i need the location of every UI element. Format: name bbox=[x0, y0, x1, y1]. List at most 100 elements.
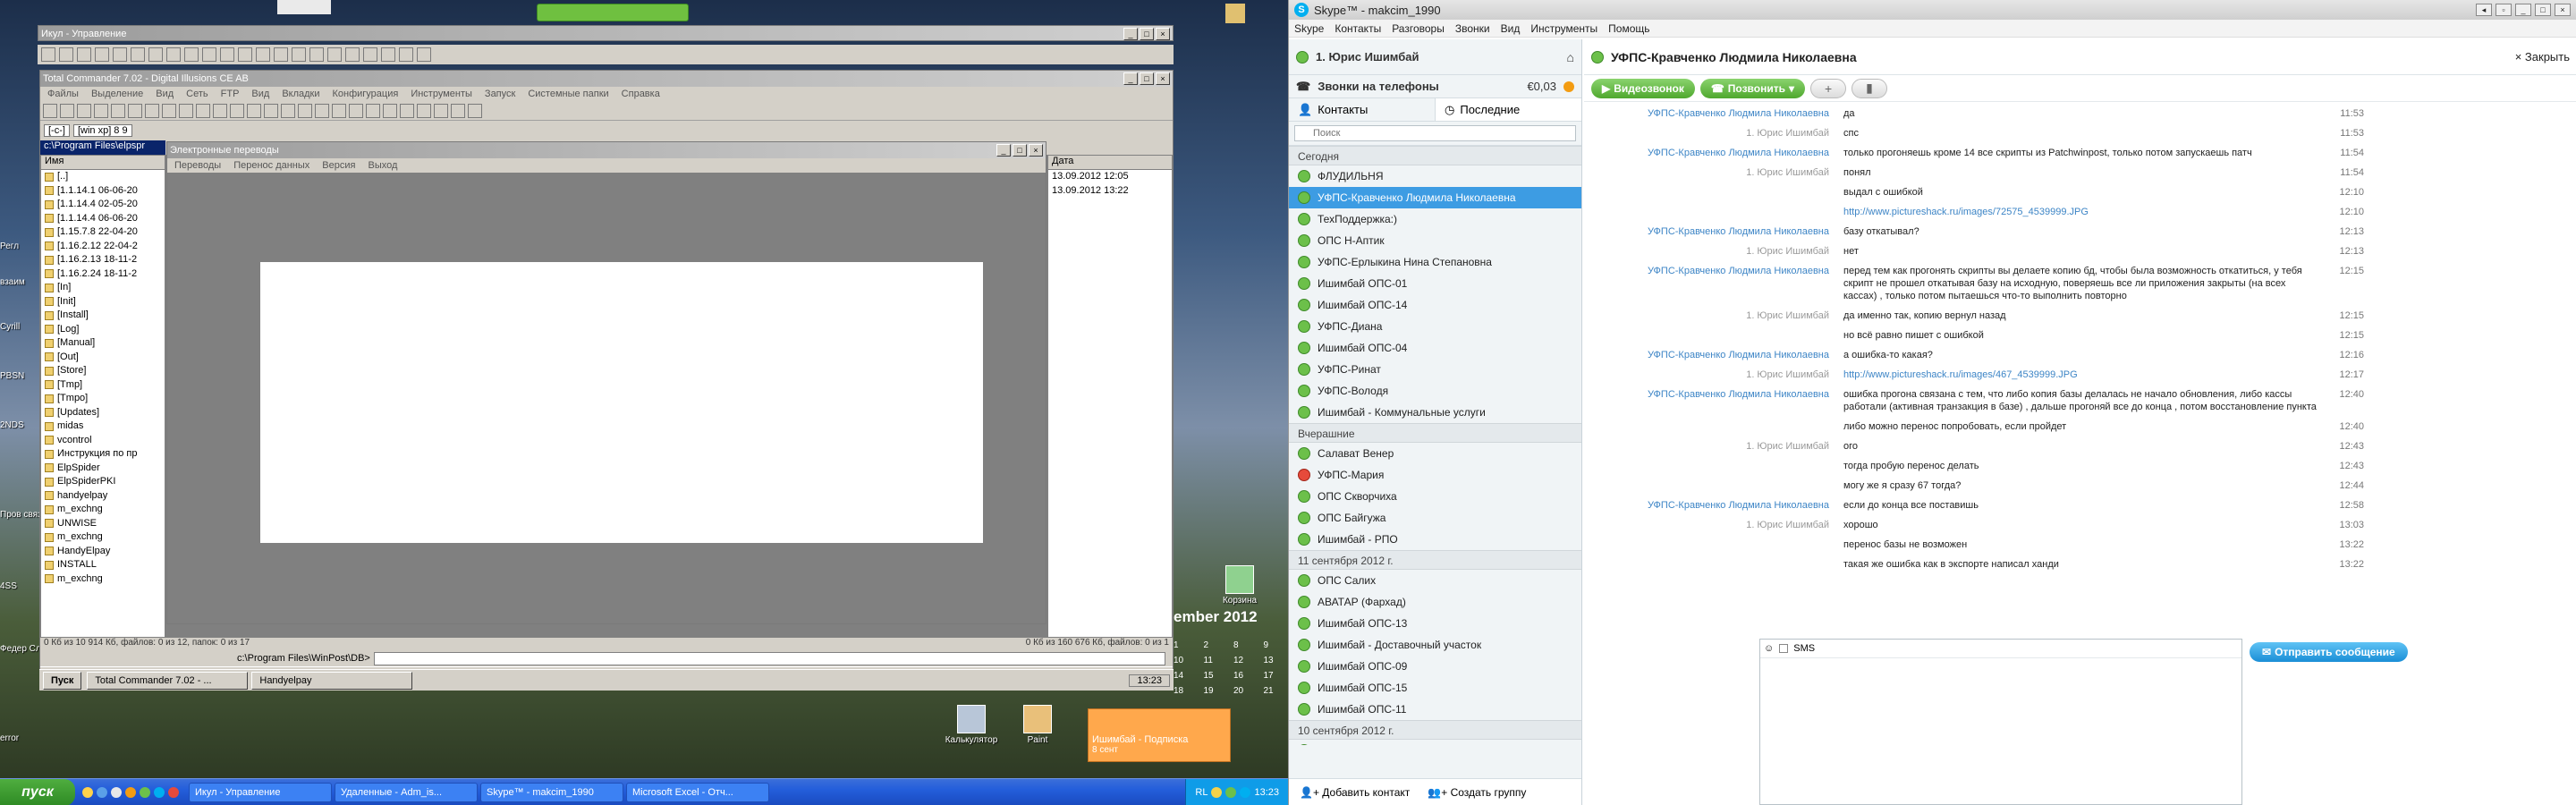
transfers-titlebar[interactable]: Электронные переводы _ □ × bbox=[167, 142, 1046, 158]
home-icon[interactable]: ⌂ bbox=[1567, 50, 1574, 64]
toolbar-button-icon[interactable] bbox=[41, 47, 55, 62]
contact-item[interactable]: Ишимбай ОПС-15 bbox=[1289, 677, 1581, 699]
toolbar-button-icon[interactable] bbox=[179, 103, 193, 118]
contact-item[interactable]: УФПС-Ринат bbox=[1289, 359, 1581, 380]
chevron-down-icon[interactable]: ▾ bbox=[1789, 82, 1794, 95]
toolbar-button-icon[interactable] bbox=[220, 47, 234, 62]
contact-item[interactable]: Ишимбай ОПС-13 bbox=[1289, 613, 1581, 634]
toolbar-button-icon[interactable] bbox=[451, 103, 465, 118]
toolbar-button-icon[interactable] bbox=[131, 47, 145, 62]
contact-item[interactable]: Ишимбай ОПС-09 bbox=[1289, 656, 1581, 677]
message-author[interactable] bbox=[1584, 479, 1843, 492]
toolbar-button-icon[interactable] bbox=[238, 47, 252, 62]
file-row[interactable]: [Tmp] bbox=[41, 378, 165, 393]
toolbar-button-icon[interactable] bbox=[417, 103, 431, 118]
taskbar-button[interactable]: Удаленные - Adm_is... bbox=[335, 782, 478, 802]
contact-item[interactable]: ОПС Салих bbox=[1289, 570, 1581, 591]
toolbar-button-icon[interactable] bbox=[468, 103, 482, 118]
menu-item[interactable]: FTP bbox=[221, 89, 240, 99]
ikul-titlebar[interactable]: Икул - Управление _ □ × bbox=[38, 26, 1173, 40]
toolbar-button-icon[interactable] bbox=[399, 47, 413, 62]
maximize-button[interactable]: □ bbox=[1140, 72, 1154, 85]
file-row[interactable]: m_exchng bbox=[41, 572, 165, 587]
tray-icon[interactable] bbox=[1211, 786, 1223, 798]
contact-item[interactable]: Ишимбай - Доставочный участок bbox=[1289, 634, 1581, 656]
toolbar-button-icon[interactable] bbox=[95, 47, 109, 62]
menu-item[interactable]: Вид bbox=[156, 89, 174, 99]
contact-item[interactable]: ТехПоддержка:) bbox=[1289, 208, 1581, 230]
taskbar-button[interactable]: Skype™ - makcim_1990 bbox=[480, 782, 623, 802]
contact-item[interactable]: ОПС Скворчиха bbox=[1289, 486, 1581, 507]
minimize-button[interactable]: _ bbox=[1123, 28, 1138, 40]
desktop-icon-label[interactable]: 4SS bbox=[0, 581, 17, 591]
video-call-button[interactable]: ▶ Видеозвонок bbox=[1591, 78, 1695, 98]
quick-launch-icon[interactable] bbox=[125, 786, 136, 798]
message-author[interactable]: 1. Юрис Ишимбай bbox=[1584, 127, 1843, 140]
menu-item[interactable]: Звонки bbox=[1455, 22, 1490, 35]
tc-command-line[interactable] bbox=[373, 651, 1165, 665]
toolbar-button-icon[interactable] bbox=[247, 103, 261, 118]
status-icon[interactable] bbox=[1296, 50, 1309, 64]
menu-item[interactable]: Системные папки bbox=[528, 89, 608, 99]
toolbar-button-icon[interactable] bbox=[417, 47, 431, 62]
contact-item[interactable]: Ишимбай ОПС-01 bbox=[1289, 273, 1581, 294]
file-row[interactable]: [1.15.7.8 22-04-20 bbox=[41, 225, 165, 240]
minimize-button[interactable]: _ bbox=[996, 144, 1011, 157]
toolbar-button-icon[interactable] bbox=[77, 47, 91, 62]
menu-item[interactable]: Версия bbox=[322, 160, 355, 171]
contact-item[interactable]: УФПС-Диана bbox=[1289, 316, 1581, 337]
file-date[interactable]: 13.09.2012 13:22 bbox=[1048, 184, 1172, 199]
contact-item[interactable]: Салават Венер bbox=[1289, 443, 1581, 464]
quick-launch-icon[interactable] bbox=[154, 786, 165, 798]
contact-item[interactable]: ФЛУДИЛЬНЯ bbox=[1289, 165, 1581, 187]
emoticon-icon[interactable]: ☺ bbox=[1764, 643, 1774, 654]
file-row[interactable]: [1.1.14.4 02-05-20 bbox=[41, 198, 165, 212]
tc-left-panel[interactable]: Имя [..] [1.1.14.1 06-06-20 [1.1.14.4 02-0… bbox=[40, 155, 165, 638]
message-author[interactable]: 1. Юрис Ишимбай bbox=[1584, 369, 1843, 381]
toolbar-button-icon[interactable] bbox=[327, 47, 342, 62]
file-row[interactable]: handyelpay bbox=[41, 489, 165, 504]
toolbar-button-icon[interactable] bbox=[43, 103, 57, 118]
toolbar-button-icon[interactable] bbox=[196, 103, 210, 118]
toolbar-button-icon[interactable] bbox=[345, 47, 360, 62]
message-author[interactable]: УФПС-Кравченко Людмила Николаевна bbox=[1584, 107, 1843, 120]
call-quality-button[interactable]: ▮ bbox=[1852, 78, 1888, 98]
calculator-icon[interactable]: Калькулятор bbox=[945, 705, 998, 745]
menu-item[interactable]: Помощь bbox=[1608, 22, 1649, 35]
message-author[interactable]: УФПС-Кравченко Людмила Николаевна bbox=[1584, 147, 1843, 159]
menu-item[interactable]: Контакты bbox=[1335, 22, 1381, 35]
skype-titlebar[interactable]: S Skype™ - makcim_1990 ◂ ▫ _ □ × bbox=[1289, 0, 2576, 20]
contact-item[interactable]: УФПС-Ерлыкина Нина Степановна bbox=[1289, 251, 1581, 273]
desktop-icon-label[interactable]: PBSN bbox=[0, 371, 24, 381]
quick-launch-icon[interactable] bbox=[82, 786, 93, 798]
toolbar-button-icon[interactable] bbox=[148, 47, 163, 62]
warning-icon[interactable] bbox=[1563, 80, 1574, 92]
menu-item[interactable]: Конфигурация bbox=[333, 89, 399, 99]
message-author[interactable] bbox=[1584, 538, 1843, 551]
inner-start-button[interactable]: Пуск bbox=[43, 671, 82, 690]
menu-item[interactable]: Инструменты bbox=[411, 89, 472, 99]
contact-item[interactable]: Ишимбай ОПС-11 bbox=[1289, 699, 1581, 720]
contact-item[interactable]: ОПС Байгужа bbox=[1289, 507, 1581, 529]
file-row[interactable]: [Init] bbox=[41, 295, 165, 309]
back-button[interactable]: ◂ bbox=[2476, 4, 2492, 16]
file-row[interactable]: [1.16.2.13 18-11-2 bbox=[41, 253, 165, 267]
message-author[interactable]: 1. Юрис Ишимбай bbox=[1584, 245, 1843, 258]
paint-icon[interactable]: Paint bbox=[1011, 705, 1064, 745]
maximize-button[interactable]: □ bbox=[1013, 144, 1027, 157]
message-author[interactable] bbox=[1584, 329, 1843, 342]
file-row[interactable]: [1.1.14.1 06-06-20 bbox=[41, 184, 165, 199]
toolbar-button-icon[interactable] bbox=[128, 103, 142, 118]
message-author[interactable]: 1. Юрис Ишимбай bbox=[1584, 166, 1843, 179]
inner-task-button[interactable]: Handyelpay bbox=[251, 671, 413, 690]
close-button[interactable]: × bbox=[1029, 144, 1043, 157]
recycle-bin-icon[interactable]: Корзина bbox=[1213, 565, 1267, 606]
file-row[interactable]: [Tmpo] bbox=[41, 392, 165, 406]
toolbar-button-icon[interactable] bbox=[292, 47, 306, 62]
menu-item[interactable]: Сеть bbox=[186, 89, 208, 99]
taskbar-button[interactable]: Microsoft Excel - Отч... bbox=[626, 782, 769, 802]
toolbar-button-icon[interactable] bbox=[400, 103, 414, 118]
close-chat-button[interactable]: × Закрыть bbox=[2515, 50, 2570, 64]
call-button[interactable]: ☎ Позвонить ▾ bbox=[1699, 78, 1806, 98]
contact-item[interactable]: АВАТАР (Фархад) bbox=[1289, 591, 1581, 613]
